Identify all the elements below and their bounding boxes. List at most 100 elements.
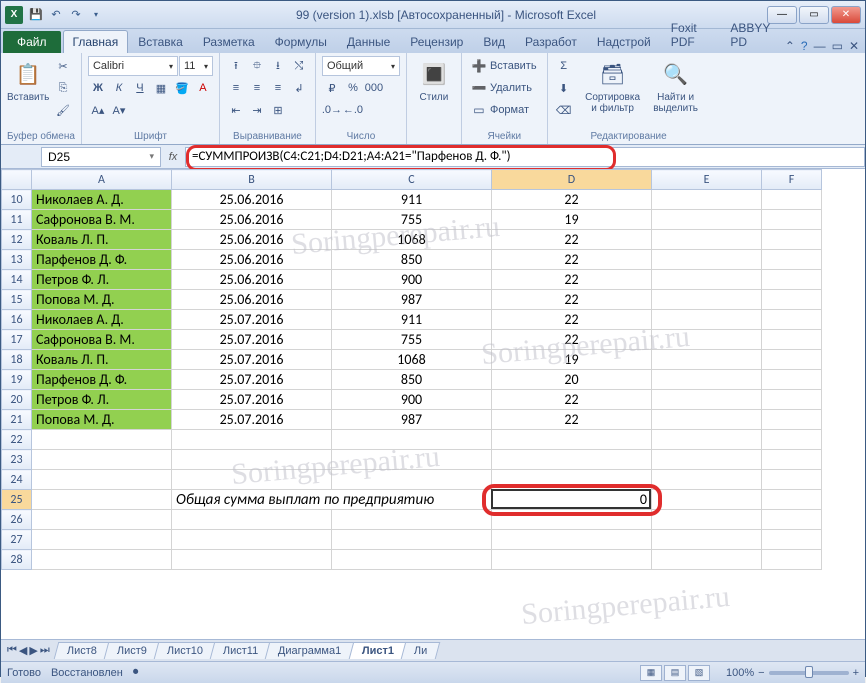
cell[interactable]: Парфенов Д. Ф.	[32, 370, 172, 390]
sheet-tab[interactable]: Лист9	[104, 642, 161, 659]
cell[interactable]	[652, 190, 762, 210]
row-header[interactable]: 10	[2, 190, 32, 210]
decrease-decimal-icon[interactable]: ←.0	[343, 100, 363, 120]
tab-developer[interactable]: Разработ	[515, 30, 587, 53]
row-header[interactable]: 13	[2, 250, 32, 270]
cell[interactable]	[652, 250, 762, 270]
cell[interactable]	[762, 370, 822, 390]
cell[interactable]	[172, 430, 332, 450]
sheet-tab[interactable]: Ли	[400, 642, 440, 659]
doc-minimize-icon[interactable]: —	[814, 39, 826, 53]
col-a-header[interactable]: A	[32, 170, 172, 190]
close-button[interactable]: ✕	[831, 6, 861, 24]
cell[interactable]: 850	[332, 370, 492, 390]
cell[interactable]	[652, 370, 762, 390]
cell[interactable]	[32, 510, 172, 530]
cell[interactable]: Коваль Л. П.	[32, 350, 172, 370]
comma-icon[interactable]: 000	[364, 78, 384, 98]
cell[interactable]	[652, 410, 762, 430]
sort-filter-button[interactable]: 🗃 Сортировка и фильтр	[582, 56, 644, 114]
format-painter-icon[interactable]: 🖌	[53, 100, 73, 120]
file-tab[interactable]: Файл	[3, 31, 61, 53]
cell[interactable]: Попова М. Д.	[32, 410, 172, 430]
cell[interactable]	[492, 470, 652, 490]
summary-label-cell[interactable]: Общая сумма выплат по предприятию	[172, 490, 492, 510]
cell[interactable]	[762, 310, 822, 330]
cell[interactable]	[492, 450, 652, 470]
cell[interactable]	[492, 530, 652, 550]
row-header[interactable]: 17	[2, 330, 32, 350]
cell[interactable]	[652, 430, 762, 450]
currency-icon[interactable]: ₽	[322, 78, 342, 98]
cell[interactable]: Попова М. Д.	[32, 290, 172, 310]
cell[interactable]: 22	[492, 230, 652, 250]
cell[interactable]: Николаев А. Д.	[32, 310, 172, 330]
worksheet-grid[interactable]: A B C D E F 10Николаев А. Д.25.06.201691…	[1, 169, 865, 639]
format-cells-button[interactable]: ▭Формат	[468, 100, 541, 120]
doc-restore-icon[interactable]: ▭	[832, 39, 843, 53]
cell[interactable]: 22	[492, 270, 652, 290]
sheet-tab[interactable]: Лист10	[154, 642, 217, 659]
sheet-tab-active[interactable]: Лист1	[348, 642, 407, 659]
cell[interactable]	[762, 510, 822, 530]
cell[interactable]	[762, 450, 822, 470]
insert-cells-button[interactable]: ➕Вставить	[468, 56, 541, 76]
cell[interactable]: 25.06.2016	[172, 230, 332, 250]
minimize-ribbon-icon[interactable]: ⌃	[785, 39, 795, 53]
increase-decimal-icon[interactable]: .0→	[322, 100, 342, 120]
cell[interactable]	[652, 450, 762, 470]
namebox-dropdown-icon[interactable]: ▾	[149, 151, 154, 162]
fill-color-button[interactable]: 🪣	[172, 78, 192, 98]
cell[interactable]	[492, 550, 652, 570]
row-header[interactable]: 15	[2, 290, 32, 310]
align-middle-icon[interactable]: ⯐	[247, 56, 267, 76]
name-box[interactable]: D25 ▾	[41, 147, 161, 167]
row-header[interactable]: 22	[2, 430, 32, 450]
cell[interactable]	[652, 210, 762, 230]
row-header[interactable]: 21	[2, 410, 32, 430]
cell[interactable]: 25.06.2016	[172, 210, 332, 230]
clear-icon[interactable]: ⌫	[554, 100, 574, 120]
row-header[interactable]: 14	[2, 270, 32, 290]
cell[interactable]: 25.07.2016	[172, 390, 332, 410]
cell[interactable]: 25.07.2016	[172, 310, 332, 330]
tab-abbyy[interactable]: ABBYY PD	[720, 16, 784, 53]
cell[interactable]	[762, 470, 822, 490]
page-break-view-button[interactable]: ▧	[688, 665, 710, 681]
cell[interactable]: 22	[492, 190, 652, 210]
number-format-select[interactable]: Общий▾	[322, 56, 400, 76]
cell[interactable]	[332, 530, 492, 550]
cell[interactable]	[762, 330, 822, 350]
cell[interactable]: Николаев А. Д.	[32, 190, 172, 210]
maximize-button[interactable]: ▭	[799, 6, 829, 24]
cell[interactable]	[172, 450, 332, 470]
cell[interactable]	[332, 430, 492, 450]
macro-record-icon[interactable]: ⏺	[133, 666, 139, 679]
cell[interactable]: Сафронова В. М.	[32, 210, 172, 230]
cell[interactable]: 900	[332, 270, 492, 290]
increase-indent-icon[interactable]: ⇥	[247, 100, 267, 120]
copy-icon[interactable]: ⎘	[53, 78, 73, 98]
cell[interactable]	[332, 450, 492, 470]
row-header[interactable]: 24	[2, 470, 32, 490]
cell[interactable]	[172, 510, 332, 530]
cell[interactable]	[652, 470, 762, 490]
cell[interactable]: 911	[332, 190, 492, 210]
cell[interactable]: 911	[332, 310, 492, 330]
col-d-header[interactable]: D	[492, 170, 652, 190]
shrink-font-icon[interactable]: A▾	[109, 100, 129, 120]
cell[interactable]: 19	[492, 350, 652, 370]
wrap-text-icon[interactable]: ↲	[289, 78, 309, 98]
prev-sheet-icon[interactable]: ◀	[19, 644, 27, 657]
formula-input[interactable]: =СУММПРОИЗВ(C4:C21;D4:D21;A4:A21="Парфен…	[185, 147, 865, 167]
align-center-icon[interactable]: ≡	[247, 78, 267, 98]
orientation-icon[interactable]: ⤭	[289, 56, 309, 76]
sheet-tab[interactable]: Лист8	[53, 642, 110, 659]
styles-button[interactable]: 🔳 Стили	[413, 56, 455, 103]
cell[interactable]	[172, 530, 332, 550]
row-header[interactable]: 19	[2, 370, 32, 390]
undo-icon[interactable]: ↶	[47, 6, 65, 24]
cell[interactable]: Парфенов Д. Ф.	[32, 250, 172, 270]
cell[interactable]	[762, 250, 822, 270]
cell[interactable]: Коваль Л. П.	[32, 230, 172, 250]
